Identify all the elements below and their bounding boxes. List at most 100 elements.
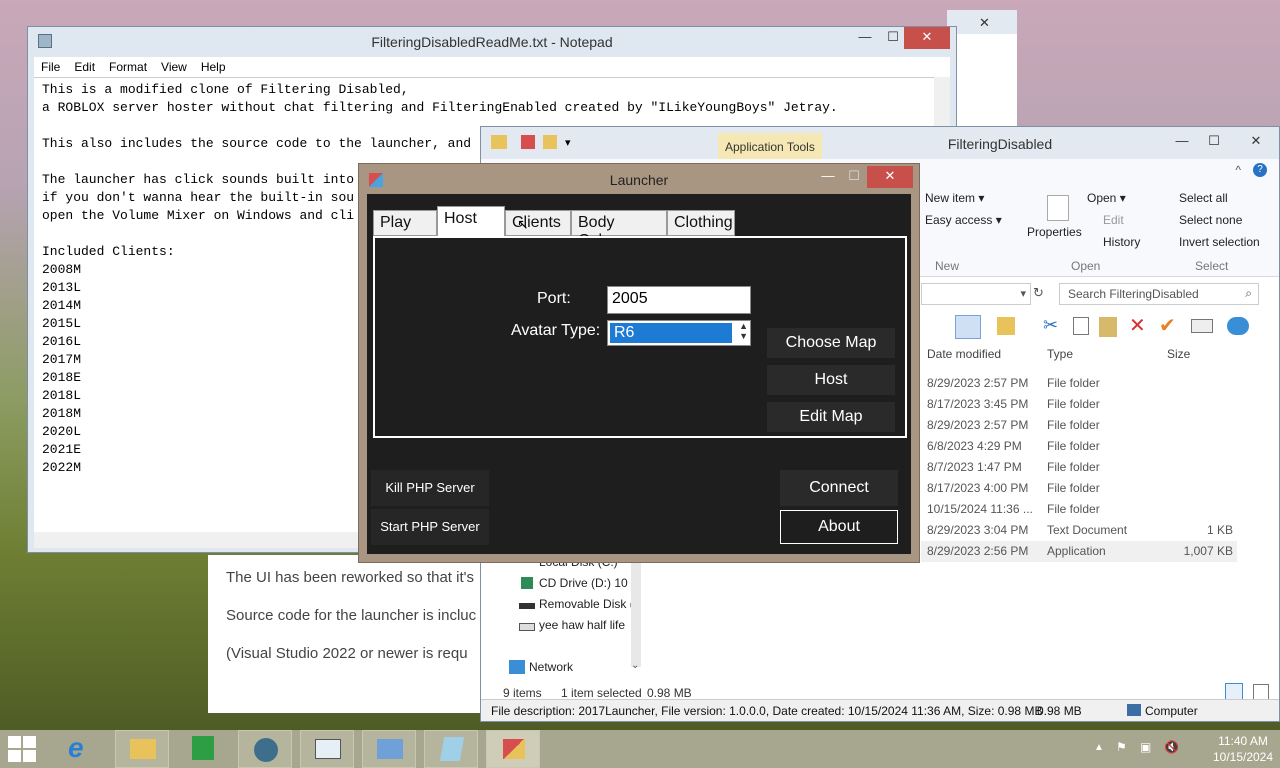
tab-body-colors[interactable]: Body Colors <box>571 210 667 249</box>
clock-time[interactable]: 11:40 AM <box>1212 734 1274 748</box>
avatar-type-stepper[interactable]: R6 ▲ ▼ <box>607 320 751 346</box>
select-none-button[interactable]: Select none <box>1179 213 1242 227</box>
internet-explorer-icon[interactable]: e <box>54 730 108 768</box>
nav-item[interactable]: CD Drive (D:) 10 S <box>539 576 639 590</box>
table-row[interactable]: 8/17/2023 3:45 PM File folder <box>921 394 1237 415</box>
maximize-icon[interactable]: ☐ <box>837 166 871 188</box>
row-type: File folder <box>1047 418 1100 432</box>
menu-edit[interactable]: Edit <box>67 57 102 77</box>
row-type: File folder <box>1047 397 1100 411</box>
table-row[interactable]: 8/29/2023 2:57 PM File folder <box>921 415 1237 436</box>
steam-icon[interactable] <box>238 730 292 768</box>
task-manager-icon[interactable] <box>300 730 354 768</box>
menu-format[interactable]: Format <box>102 57 154 77</box>
close-icon[interactable]: ✕ <box>1239 131 1273 153</box>
edit-button[interactable]: Edit <box>1103 213 1124 227</box>
tab-host[interactable]: Host <box>437 206 505 236</box>
flag-icon[interactable]: ⚑ <box>1116 740 1127 754</box>
new-item-button[interactable]: New item ▾ <box>925 191 984 205</box>
table-row[interactable]: 6/8/2023 4:29 PM File folder <box>921 436 1237 457</box>
control-panel-icon[interactable] <box>362 730 416 768</box>
navigation-scrollbar[interactable] <box>631 557 641 667</box>
avatar-type-value: R6 <box>610 323 732 343</box>
background-window[interactable]: ✕ <box>947 10 1017 130</box>
browser-line-3: (Visual Studio 2022 or newer is requ <box>226 645 468 662</box>
large-icons-view-icon[interactable] <box>1253 684 1269 700</box>
table-row[interactable]: 8/29/2023 3:04 PM Text Document 1 KB <box>921 520 1237 541</box>
column-size[interactable]: Size <box>1167 347 1190 361</box>
row-type: File folder <box>1047 439 1100 453</box>
explorer-toolbar: ✂ ✕ ✔ <box>921 311 1279 347</box>
nav-item[interactable]: yee haw half life <box>539 618 625 632</box>
menu-help[interactable]: Help <box>194 57 233 77</box>
windows-start-icon[interactable] <box>8 736 36 762</box>
edit-map-button[interactable]: Edit Map <box>767 402 895 432</box>
kill-php-server-button[interactable]: Kill PHP Server <box>371 470 489 506</box>
status-size: 0.98 MB <box>647 686 692 700</box>
start-php-server-button[interactable]: Start PHP Server <box>371 509 489 545</box>
clock-date[interactable]: 10/15/2024 <box>1212 750 1274 764</box>
tab-clients[interactable]: Clients <box>505 210 571 236</box>
tab-play[interactable]: Play <box>373 210 437 236</box>
row-date: 8/17/2023 3:45 PM <box>927 397 1029 411</box>
volume-muted-icon[interactable]: 🔇 <box>1164 740 1179 754</box>
menu-file[interactable]: File <box>34 57 67 77</box>
maximize-icon[interactable]: ☐ <box>1197 131 1231 153</box>
properties-button[interactable]: Properties <box>1027 225 1082 239</box>
folder-icon[interactable] <box>997 317 1015 335</box>
easy-access-button[interactable]: Easy access ▾ <box>925 213 1002 227</box>
connect-button[interactable]: Connect <box>780 470 898 506</box>
invert-selection-button[interactable]: Invert selection <box>1179 235 1260 249</box>
nav-item[interactable]: Network <box>529 660 573 674</box>
cut-icon[interactable]: ✂ <box>1043 315 1058 336</box>
navigation-pane: Local Disk (C:) CD Drive (D:) 10 S Remov… <box>509 555 641 675</box>
chevron-down-icon[interactable]: ⌄ <box>631 660 639 671</box>
tab-clothing[interactable]: Clothing <box>667 210 735 236</box>
launcher-window[interactable]: Launcher — ☐ ✕ Play Host Clients Body Co… <box>358 163 920 563</box>
rename-icon[interactable] <box>1191 319 1213 333</box>
globe-icon[interactable] <box>1227 317 1249 335</box>
table-row[interactable]: 8/29/2023 2:56 PM Application 1,007 KB <box>921 541 1237 562</box>
close-icon[interactable]: ✕ <box>867 166 913 188</box>
chevron-down-icon[interactable]: ▾ <box>1020 287 1026 300</box>
port-label: Port: <box>537 290 571 307</box>
close-icon[interactable]: ✕ <box>904 27 950 49</box>
table-row[interactable]: 10/15/2024 11:36 ... File folder <box>921 499 1237 520</box>
history-button[interactable]: History <box>1103 235 1140 249</box>
open-button[interactable]: Open ▾ <box>1087 191 1126 205</box>
column-date-modified[interactable]: Date modified <box>927 347 1001 361</box>
column-type[interactable]: Type <box>1047 347 1073 361</box>
refresh-icon[interactable]: ↻ <box>1033 285 1044 301</box>
close-icon[interactable]: ✕ <box>979 15 990 31</box>
explorer-title: FilteringDisabled <box>947 136 1053 152</box>
menu-view[interactable]: View <box>154 57 194 77</box>
network-tray-icon[interactable]: ▣ <box>1140 740 1151 754</box>
chevron-up-icon[interactable]: ▲ <box>1094 742 1104 753</box>
checkmark-icon[interactable]: ✔ <box>1159 313 1176 338</box>
nav-item[interactable]: Removable Disk ( <box>539 597 634 611</box>
about-button[interactable]: About <box>780 510 898 544</box>
port-input[interactable]: 2005 <box>607 286 751 314</box>
address-bar[interactable]: ▾ <box>921 283 1031 305</box>
paste-icon[interactable] <box>1099 317 1117 337</box>
launcher-taskbar-icon[interactable] <box>486 730 540 768</box>
table-row[interactable]: 8/7/2023 1:47 PM File folder <box>921 457 1237 478</box>
search-icon: ⌕ <box>1245 286 1252 300</box>
delete-icon[interactable]: ✕ <box>1129 313 1146 338</box>
choose-map-button[interactable]: Choose Map <box>767 328 895 358</box>
details-location: Computer <box>1145 704 1198 718</box>
select-all-button[interactable]: Select all <box>1179 191 1228 205</box>
stepper-arrows-icon[interactable]: ▲ ▼ <box>739 321 748 341</box>
table-row[interactable]: 8/17/2023 4:00 PM File folder <box>921 478 1237 499</box>
minimize-icon[interactable]: — <box>1165 131 1199 153</box>
help-icon[interactable]: ? <box>1253 163 1267 177</box>
search-input[interactable]: Search FilteringDisabled ⌕ <box>1059 283 1259 305</box>
notepad-taskbar-icon[interactable] <box>424 730 478 768</box>
store-icon[interactable] <box>176 730 230 768</box>
copy-icon[interactable] <box>1073 317 1089 335</box>
table-row[interactable]: 8/29/2023 2:57 PM File folder <box>921 373 1237 394</box>
host-button[interactable]: Host <box>767 365 895 395</box>
chevron-up-icon[interactable]: ^ <box>1235 163 1241 177</box>
file-explorer-icon[interactable] <box>115 730 169 768</box>
view-pane-icon[interactable] <box>955 315 981 339</box>
